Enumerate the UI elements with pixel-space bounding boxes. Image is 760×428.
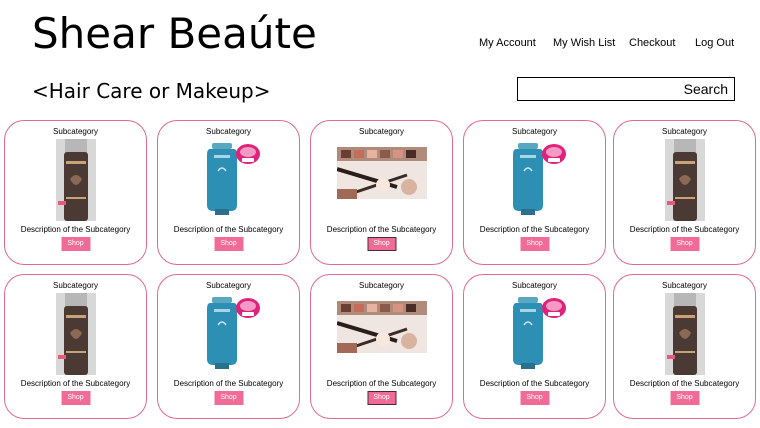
product-card[interactable]: Subcategory Description of the Subcategor… xyxy=(4,120,147,265)
card-subcategory: Subcategory xyxy=(53,127,98,136)
product-card[interactable]: Subcategory Description of the Subcategor… xyxy=(463,120,606,265)
product-image[interactable] xyxy=(197,297,260,374)
product-card[interactable]: Subcategory Description of the Subcategor… xyxy=(4,274,147,419)
card-subcategory: Subcategory xyxy=(662,281,707,290)
card-subcategory: Subcategory xyxy=(512,281,557,290)
makeup-palette-image xyxy=(335,301,427,353)
product-image[interactable] xyxy=(55,293,96,380)
card-subcategory: Subcategory xyxy=(662,127,707,136)
category-title: <Hair Care or Makeup> xyxy=(32,79,271,103)
product-card[interactable]: Subcategory Description of the Subcategor… xyxy=(613,274,756,419)
search-label: Search xyxy=(683,81,728,97)
card-description: Description of the Subcategory xyxy=(629,379,740,388)
brand-title: Shear Beaúte xyxy=(32,9,317,58)
card-description: Description of the Subcategory xyxy=(20,379,131,388)
shop-button[interactable]: Shop xyxy=(520,237,549,251)
product-image[interactable] xyxy=(335,301,427,358)
shop-button[interactable]: Shop xyxy=(61,391,90,405)
hair-spray-bottle-image xyxy=(664,139,705,221)
product-image[interactable] xyxy=(335,147,427,204)
shop-button[interactable]: Shop xyxy=(61,237,90,251)
conditioner-bottle-image xyxy=(503,143,566,215)
shop-button[interactable]: Shop xyxy=(520,391,549,405)
card-subcategory: Subcategory xyxy=(53,281,98,290)
shop-button[interactable]: Shop xyxy=(670,237,699,251)
card-description: Description of the Subcategory xyxy=(479,379,590,388)
shop-button[interactable]: Shop xyxy=(214,237,243,251)
card-subcategory: Subcategory xyxy=(206,281,251,290)
product-image[interactable] xyxy=(503,297,566,374)
shop-button[interactable]: Shop xyxy=(214,391,243,405)
hair-spray-bottle-image xyxy=(55,139,96,221)
shop-button[interactable]: Shop xyxy=(367,237,396,251)
card-subcategory: Subcategory xyxy=(206,127,251,136)
shop-button[interactable]: Shop xyxy=(367,391,396,405)
makeup-palette-image xyxy=(335,147,427,199)
product-image[interactable] xyxy=(664,139,705,226)
product-card[interactable]: Subcategory Description of the Subcategor… xyxy=(613,120,756,265)
product-image[interactable] xyxy=(55,139,96,226)
product-card[interactable]: Subcategory Description of the Subcategor… xyxy=(463,274,606,419)
product-image[interactable] xyxy=(197,143,260,220)
search-input[interactable]: Search xyxy=(517,77,735,101)
card-description: Description of the Subcategory xyxy=(20,225,131,234)
conditioner-bottle-image xyxy=(197,297,260,369)
nav-log-out[interactable]: Log Out xyxy=(695,37,734,49)
card-description: Description of the Subcategory xyxy=(326,225,437,234)
nav-my-account[interactable]: My Account xyxy=(479,37,536,49)
card-subcategory: Subcategory xyxy=(359,127,404,136)
nav-my-wish-list[interactable]: My Wish List xyxy=(553,37,615,49)
card-subcategory: Subcategory xyxy=(512,127,557,136)
product-card[interactable]: Subcategory Description of the Subcategor… xyxy=(157,120,300,265)
conditioner-bottle-image xyxy=(197,143,260,215)
card-description: Description of the Subcategory xyxy=(629,225,740,234)
product-image[interactable] xyxy=(664,293,705,380)
product-card[interactable]: Subcategory Description of the Subcategor… xyxy=(310,274,453,419)
card-description: Description of the Subcategory xyxy=(173,379,284,388)
hair-spray-bottle-image xyxy=(55,293,96,375)
shop-button[interactable]: Shop xyxy=(670,391,699,405)
nav-checkout[interactable]: Checkout xyxy=(629,37,675,49)
card-subcategory: Subcategory xyxy=(359,281,404,290)
card-description: Description of the Subcategory xyxy=(479,225,590,234)
product-card[interactable]: Subcategory Description of the Subcategor… xyxy=(157,274,300,419)
hair-spray-bottle-image xyxy=(664,293,705,375)
card-description: Description of the Subcategory xyxy=(173,225,284,234)
conditioner-bottle-image xyxy=(503,297,566,369)
card-description: Description of the Subcategory xyxy=(326,379,437,388)
product-card[interactable]: Subcategory Description of the Subcategor… xyxy=(310,120,453,265)
product-image[interactable] xyxy=(503,143,566,220)
